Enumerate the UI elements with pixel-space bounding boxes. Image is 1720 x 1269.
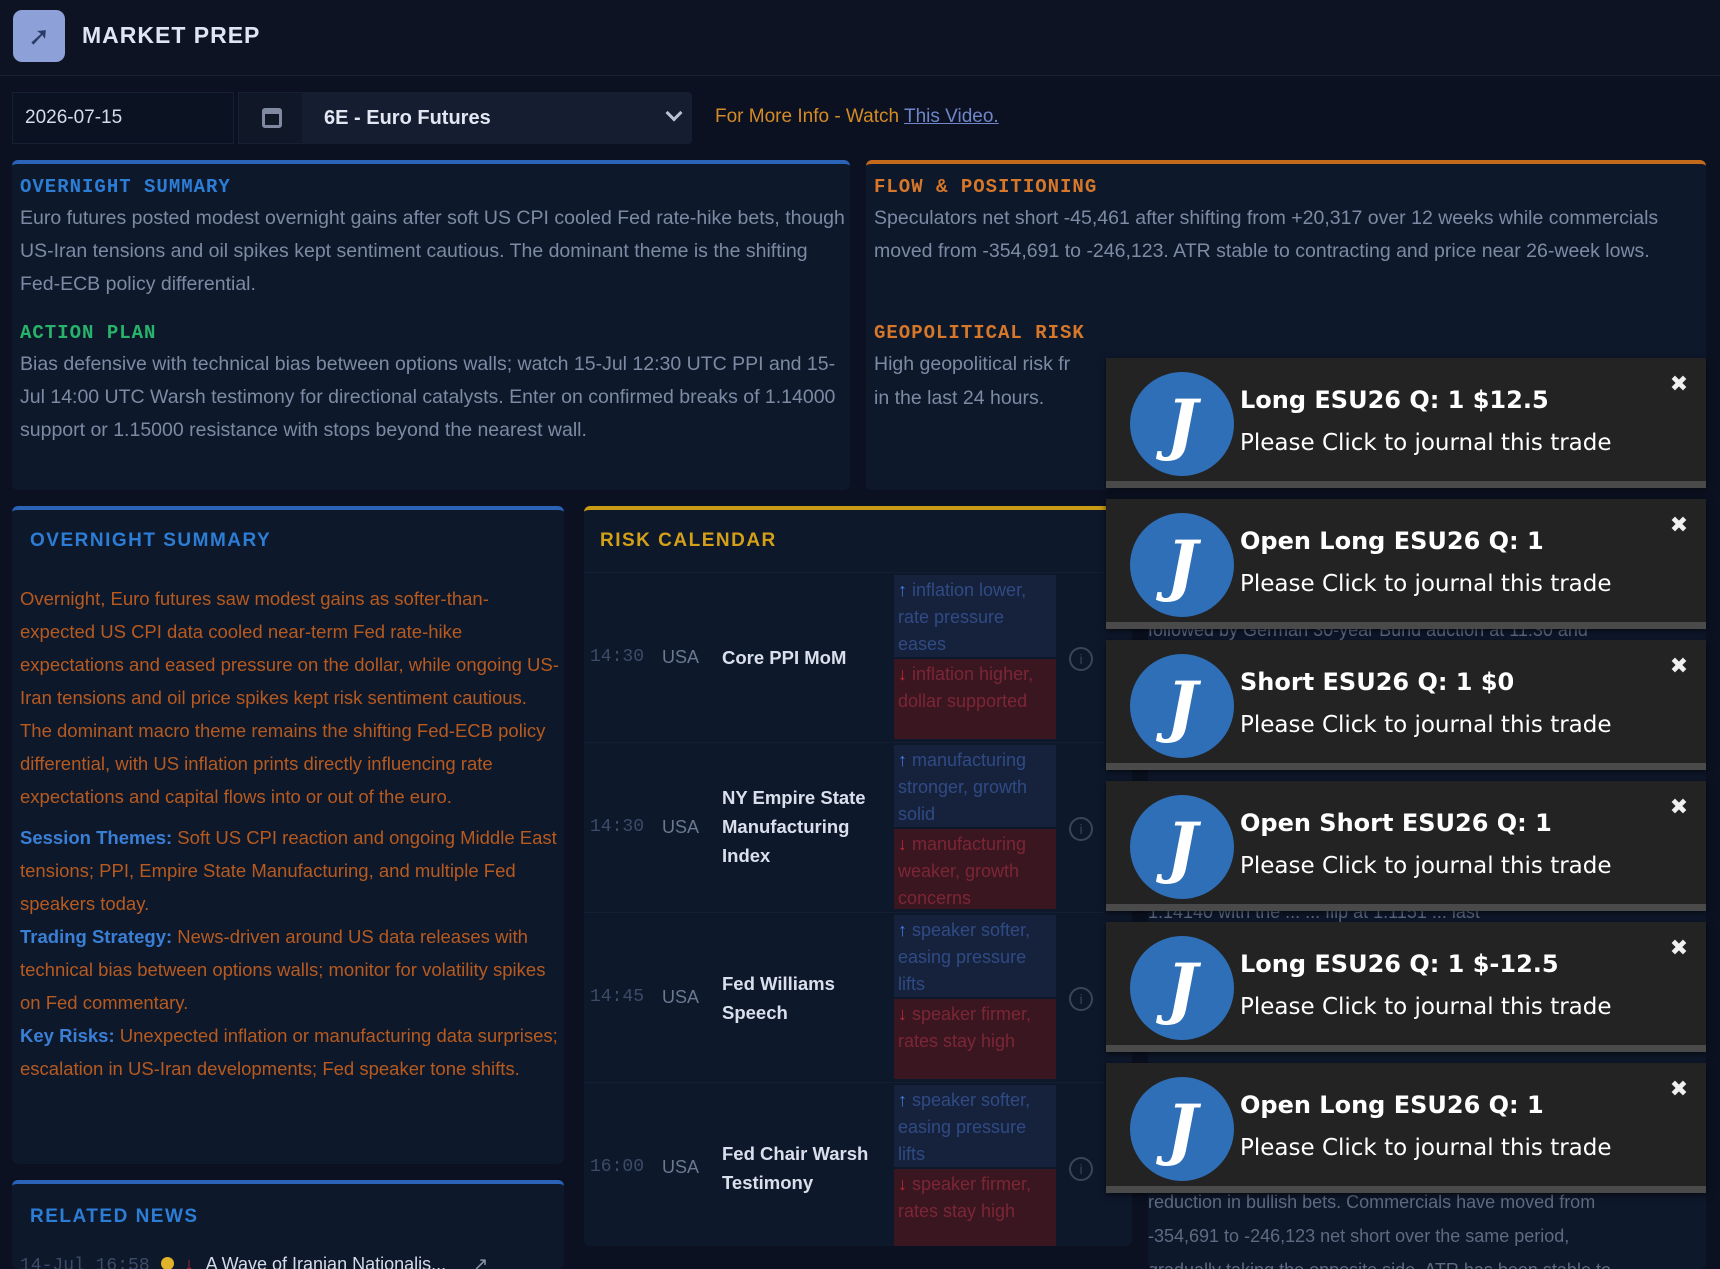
session-themes: Session Themes: Soft US CPI reaction and… [20,827,557,914]
journal-logo-icon: J [1130,795,1234,899]
news-item[interactable]: 14-Jul 16:58 ↓ A Wave of Iranian Nationa… [20,1254,555,1269]
overnight-summary-text: Euro futures posted modest overnight gai… [20,207,845,295]
info-icon[interactable]: i [1069,1157,1093,1181]
toast-title: Open Short ESU26 Q: 1 [1240,809,1552,837]
journal-logo-icon: J [1130,654,1234,758]
close-icon[interactable]: ✖ [1666,1077,1692,1103]
geopolitical-risk-heading: GEOPOLITICAL RISK [874,322,1085,344]
trade-toast[interactable]: J Open Long ESU26 Q: 1 Please Click to j… [1106,1063,1706,1193]
trade-toast[interactable]: J Open Long ESU26 Q: 1 Please Click to j… [1106,499,1706,629]
info-icon[interactable]: i [1069,647,1093,671]
trade-toast[interactable]: J Long ESU26 Q: 1 $-12.5 Please Click to… [1106,922,1706,1052]
summary-panel: OVERNIGHT SUMMARY Euro futures posted mo… [12,160,850,490]
toast-message: Please Click to journal this trade [1240,853,1612,879]
journal-logo-icon: J [1130,372,1234,476]
chevron-down-icon [665,104,683,122]
calendar-button[interactable] [238,92,306,144]
impact-down: ↓ speaker firmer, rates stay high [894,999,1056,1079]
close-icon[interactable]: ✖ [1666,936,1692,962]
key-risks: Key Risks: Unexpected inflation or manuf… [20,1025,558,1079]
instrument-select-value: 6E - Euro Futures [324,106,491,129]
impact-up: ↑ speaker softer, easing pressure lifts [894,1085,1056,1167]
impact-down: ↓ inflation higher, dollar supported [894,659,1056,739]
toast-title: Open Long ESU26 Q: 1 [1240,1091,1544,1119]
date-input[interactable] [12,92,234,144]
related-news-heading: RELATED NEWS [30,1206,199,1227]
action-plan-heading: ACTION PLAN [20,322,157,344]
action-plan-text: Bias defensive with technical bias betwe… [20,353,836,441]
info-icon[interactable]: i [1069,817,1093,841]
calendar-row[interactable]: 14:30 USA Core PPI MoM ↑ inflation lower… [584,572,1104,740]
info-icon[interactable]: i [1069,987,1093,1011]
close-icon[interactable]: ✖ [1666,513,1692,539]
app-title: MARKET PREP [82,22,261,48]
trade-toast[interactable]: J Short ESU26 Q: 1 $0 Please Click to jo… [1106,640,1706,770]
related-news-panel: RELATED NEWS 14-Jul 16:58 ↓ A Wave of Ir… [12,1180,564,1269]
toast-title: Long ESU26 Q: 1 $-12.5 [1240,950,1559,978]
trade-toast[interactable]: J Long ESU26 Q: 1 $12.5 Please Click to … [1106,358,1706,488]
calendar-row[interactable]: 16:00 USA Fed Chair Warsh Testimony ↑ sp… [584,1082,1104,1246]
overnight-detail-text: Overnight, Euro futures saw modest gains… [20,582,560,1085]
toast-message: Please Click to journal this trade [1240,994,1612,1020]
flow-positioning-text: Speculators net short -45,461 after shif… [874,207,1659,262]
chart-trend-icon[interactable]: ➚ [13,10,65,62]
top-bar: ➚ MARKET PREP [0,0,1720,76]
more-info-text: For More Info - Watch This Video. [715,106,999,127]
geopolitical-risk-text-2: in the last 24 hours. [874,387,1045,409]
journal-logo-icon: J [1130,1077,1234,1181]
impact-up: ↑ inflation lower, rate pressure eases [894,575,1056,657]
impact-up: ↑ manufacturing stronger, growth solid [894,745,1056,827]
impact-dot-icon [160,1257,174,1269]
calendar-row[interactable]: 14:30 USA NY Empire State Manufacturing … [584,742,1104,910]
geopolitical-risk-text: High geopolitical risk fr [874,353,1071,375]
calendar-row[interactable]: 14:45 USA Fed Williams Speech ↑ speaker … [584,912,1104,1080]
trade-toast[interactable]: J Open Short ESU26 Q: 1 Please Click to … [1106,781,1706,911]
toast-title: Open Long ESU26 Q: 1 [1240,527,1544,555]
overnight-detail-heading: OVERNIGHT SUMMARY [30,530,272,551]
toast-message: Please Click to journal this trade [1240,1135,1612,1161]
impact-down: ↓ manufacturing weaker, growth concerns [894,829,1056,909]
calendar-icon [262,108,282,128]
toast-title: Short ESU26 Q: 1 $0 [1240,668,1515,696]
trading-strategy: Trading Strategy: News-driven around US … [20,926,546,1013]
close-icon[interactable]: ✖ [1666,372,1692,398]
risk-calendar-heading: RISK CALENDAR [600,530,777,551]
impact-down: ↓ speaker firmer, rates stay high [894,1169,1056,1246]
toast-message: Please Click to journal this trade [1240,712,1612,738]
journal-logo-icon: J [1130,513,1234,617]
video-link[interactable]: This Video. [904,106,999,127]
news-title: A Wave of Iranian Nationalis... [205,1254,447,1269]
toast-message: Please Click to journal this trade [1240,430,1612,456]
overnight-summary-heading: OVERNIGHT SUMMARY [20,176,231,198]
external-link-icon[interactable]: ↗ [473,1254,488,1269]
overnight-detail-panel: OVERNIGHT SUMMARY Overnight, Euro future… [12,506,564,1164]
toast-message: Please Click to journal this trade [1240,571,1612,597]
close-icon[interactable]: ✖ [1666,654,1692,680]
journal-logo-icon: J [1130,936,1234,1040]
impact-up: ↑ speaker softer, easing pressure lifts [894,915,1056,997]
toast-title: Long ESU26 Q: 1 $12.5 [1240,386,1549,414]
flow-positioning-heading: FLOW & POSITIONING [874,176,1098,198]
instrument-select[interactable]: 6E - Euro Futures [302,92,692,144]
risk-calendar-panel: RISK CALENDAR 14:30 USA Core PPI MoM ↑ i… [584,506,1132,1246]
close-icon[interactable]: ✖ [1666,795,1692,821]
